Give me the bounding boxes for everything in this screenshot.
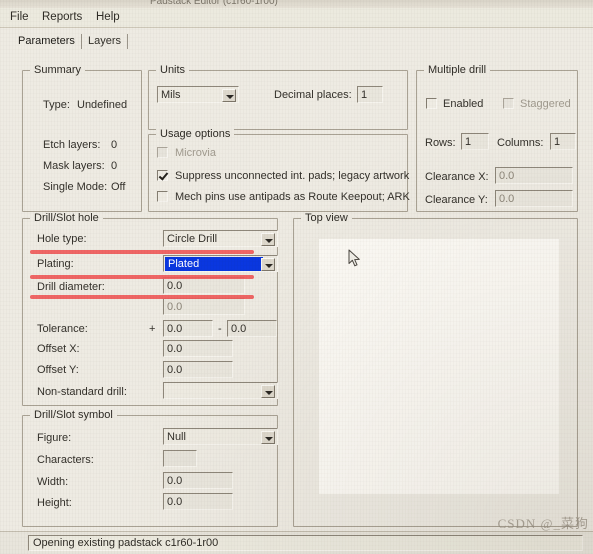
top-view-canvas[interactable] bbox=[319, 239, 559, 494]
checkbox-staggered[interactable] bbox=[503, 98, 514, 109]
group-usage-options: Usage options Microvia Suppress unconnec… bbox=[148, 128, 410, 212]
columns-label: Columns: bbox=[497, 137, 544, 149]
offset-x-input[interactable]: 0.0 bbox=[163, 340, 233, 357]
group-top-view-legend: Top view bbox=[301, 212, 352, 224]
columns-input[interactable]: 1 bbox=[550, 133, 576, 150]
summary-etch-value: 0 bbox=[111, 139, 118, 151]
clearance-y-input[interactable]: 0.0 bbox=[495, 190, 573, 207]
tolerance-minus-sign: - bbox=[218, 323, 222, 335]
checkbox-mech-pins-antipads-label: Mech pins use antipads as Route Keepout;… bbox=[175, 191, 410, 203]
group-drill-slot-symbol: Drill/Slot symbol Figure: Null Character… bbox=[22, 409, 278, 527]
tolerance-plus-input[interactable]: 0.0 bbox=[163, 320, 213, 337]
plating-combobox[interactable]: Plated bbox=[163, 255, 278, 272]
group-units: Units Mils Decimal places: 1 bbox=[148, 64, 408, 130]
width-input[interactable]: 0.0 bbox=[163, 472, 233, 489]
rows-input[interactable]: 1 bbox=[461, 133, 489, 150]
tolerance-label: Tolerance: bbox=[37, 323, 88, 335]
annotation-line-plating bbox=[30, 275, 254, 279]
summary-type-value: Undefined bbox=[77, 99, 128, 111]
checkbox-microvia[interactable] bbox=[157, 147, 168, 158]
group-summary: Summary Type: Undefined Etch layers: 0 M… bbox=[22, 64, 142, 212]
watermark: CSDN @_菜狗 bbox=[497, 516, 589, 531]
group-drill-slot-hole-legend: Drill/Slot hole bbox=[30, 212, 103, 224]
non-standard-drill-combobox[interactable] bbox=[163, 382, 278, 399]
checkbox-staggered-label: Staggered bbox=[520, 98, 571, 110]
chevron-down-icon[interactable] bbox=[222, 89, 236, 102]
figure-combobox[interactable]: Null bbox=[163, 428, 278, 445]
menu-reports[interactable]: Reports bbox=[40, 11, 84, 23]
hole-type-label: Hole type: bbox=[37, 233, 87, 245]
chevron-down-icon[interactable] bbox=[261, 258, 275, 271]
group-multiple-drill-legend: Multiple drill bbox=[424, 64, 491, 76]
summary-single-mode-value: Off bbox=[111, 181, 126, 193]
clearance-y-label: Clearance Y: bbox=[425, 194, 488, 206]
group-drill-slot-symbol-legend: Drill/Slot symbol bbox=[30, 409, 117, 421]
width-label: Width: bbox=[37, 476, 69, 488]
non-standard-drill-label: Non-standard drill: bbox=[37, 386, 127, 398]
status-bar: Opening existing padstack c1r60-1r00 bbox=[0, 531, 593, 554]
chevron-down-icon[interactable] bbox=[261, 431, 275, 444]
units-value: Mils bbox=[161, 89, 181, 101]
characters-input[interactable] bbox=[163, 450, 197, 467]
checkbox-suppress-unconnected[interactable] bbox=[157, 170, 168, 181]
figure-label: Figure: bbox=[37, 432, 72, 444]
drill-diameter-label: Drill diameter: bbox=[37, 281, 105, 293]
checkbox-multiple-drill-enabled[interactable] bbox=[426, 98, 437, 109]
tab-layers[interactable]: Layers bbox=[84, 34, 129, 49]
tab-parameters[interactable]: Parameters bbox=[14, 34, 82, 49]
summary-single-mode-label: Single Mode: bbox=[43, 181, 108, 193]
figure-value: Null bbox=[167, 431, 186, 443]
tolerance-plus-sign: + bbox=[149, 323, 156, 335]
group-usage-options-legend: Usage options bbox=[156, 128, 235, 140]
padstack-editor-window: Padstack Editor (c1r60-1r00) File Report… bbox=[0, 0, 593, 554]
menu-file[interactable]: File bbox=[8, 11, 31, 23]
status-message-box: Opening existing padstack c1r60-1r00 bbox=[28, 535, 583, 551]
decimal-places-label: Decimal places: bbox=[274, 89, 352, 101]
menu-help[interactable]: Help bbox=[94, 11, 122, 23]
tolerance-minus-input[interactable]: 0.0 bbox=[227, 320, 277, 337]
summary-etch-label: Etch layers: bbox=[43, 139, 101, 151]
group-multiple-drill: Multiple drill Enabled Staggered Rows: 1… bbox=[416, 64, 578, 212]
checkbox-microvia-label: Microvia bbox=[175, 147, 216, 159]
rows-label: Rows: bbox=[425, 137, 456, 149]
annotation-line-drill-diameter bbox=[30, 295, 254, 299]
drill-diameter-input[interactable]: 0.0 bbox=[163, 277, 245, 294]
clearance-x-input[interactable]: 0.0 bbox=[495, 167, 573, 184]
units-combobox[interactable]: Mils bbox=[157, 86, 239, 103]
annotation-line-hole-type bbox=[30, 250, 254, 254]
group-drill-slot-hole: Drill/Slot hole Hole type: Circle Drill … bbox=[22, 212, 278, 406]
checkbox-suppress-unconnected-label: Suppress unconnected int. pads; legacy a… bbox=[175, 170, 410, 182]
group-units-legend: Units bbox=[156, 64, 190, 76]
summary-mask-label: Mask layers: bbox=[43, 160, 105, 172]
decimal-places-input[interactable]: 1 bbox=[357, 86, 383, 103]
summary-mask-value: 0 bbox=[111, 160, 118, 172]
characters-label: Characters: bbox=[37, 454, 94, 466]
summary-type-label: Type: bbox=[43, 99, 70, 111]
checkbox-mech-pins-antipads[interactable] bbox=[157, 191, 168, 202]
offset-x-label: Offset X: bbox=[37, 343, 80, 355]
height-input[interactable]: 0.0 bbox=[163, 493, 233, 510]
window-title: Padstack Editor (c1r60-1r00) bbox=[150, 0, 278, 7]
offset-y-input[interactable]: 0.0 bbox=[163, 361, 233, 378]
checkbox-multiple-drill-enabled-label: Enabled bbox=[443, 98, 484, 110]
clearance-x-label: Clearance X: bbox=[425, 171, 489, 183]
menu-bar: File Reports Help bbox=[0, 8, 593, 28]
status-message: Opening existing padstack c1r60-1r00 bbox=[33, 537, 219, 549]
offset-y-label: Offset Y: bbox=[37, 364, 79, 376]
group-summary-legend: Summary bbox=[30, 64, 86, 76]
chevron-down-icon[interactable] bbox=[261, 385, 275, 398]
plating-label: Plating: bbox=[37, 258, 74, 270]
plating-value: Plated bbox=[165, 257, 263, 271]
chevron-down-icon[interactable] bbox=[261, 233, 275, 246]
hole-type-value: Circle Drill bbox=[167, 233, 218, 245]
hole-type-combobox[interactable]: Circle Drill bbox=[163, 230, 278, 247]
height-label: Height: bbox=[37, 497, 72, 509]
mouse-cursor-icon bbox=[348, 249, 360, 267]
group-top-view: Top view bbox=[293, 212, 578, 527]
drill-diameter-secondary-input[interactable]: 0.0 bbox=[163, 298, 245, 315]
